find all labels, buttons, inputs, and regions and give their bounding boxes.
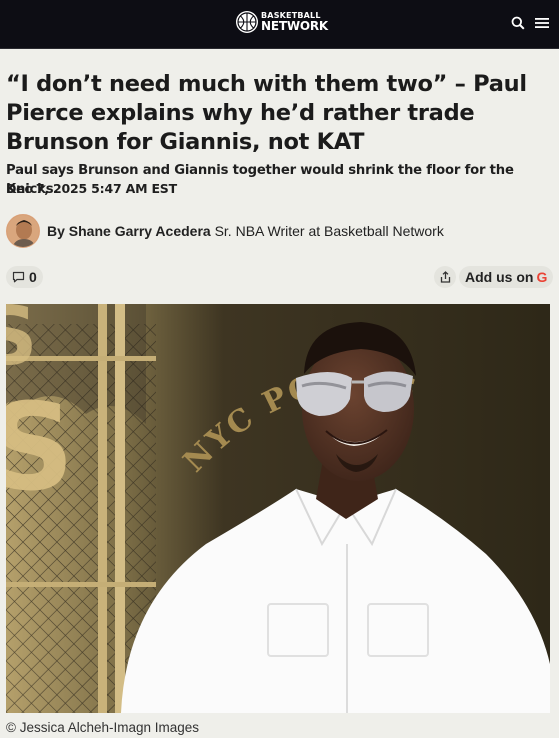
add-us-label: Add us on — [465, 269, 534, 285]
comments-button[interactable]: 0 — [6, 266, 43, 288]
site-header: BASKETBALL NETWORK — [0, 0, 559, 49]
publish-date: Dec 7, 2025 5:47 AM EST — [6, 181, 177, 196]
hero-image[interactable]: S S NYC PO ODS — [6, 304, 550, 713]
image-caption: © Jessica Alcheh-Imagn Images — [6, 720, 200, 735]
comments-count: 0 — [29, 269, 37, 285]
share-button[interactable] — [434, 266, 456, 288]
author-name-link[interactable]: Shane Garry Acedera — [69, 223, 211, 239]
byline-prefix: By — [47, 223, 65, 239]
author-avatar[interactable] — [6, 214, 40, 248]
menu-icon[interactable] — [535, 17, 549, 29]
comment-icon — [12, 271, 25, 283]
share-icon — [440, 271, 451, 283]
author-role: Sr. NBA Writer at Basketball Network — [214, 223, 444, 239]
google-icon: G — [536, 269, 548, 285]
byline: By Shane Garry Acedera Sr. NBA Writer at… — [6, 214, 444, 248]
site-logo[interactable]: BASKETBALL NETWORK — [236, 11, 328, 33]
search-icon[interactable] — [511, 16, 525, 30]
svg-text:S: S — [6, 304, 38, 383]
basketball-logo-icon — [236, 11, 258, 33]
svg-text:S: S — [6, 379, 74, 518]
logo-text-line2: NETWORK — [261, 19, 329, 33]
article-headline: “I don’t need much with them two” – Paul… — [6, 71, 527, 155]
add-us-on-google-button[interactable]: Add us on G — [459, 266, 554, 288]
